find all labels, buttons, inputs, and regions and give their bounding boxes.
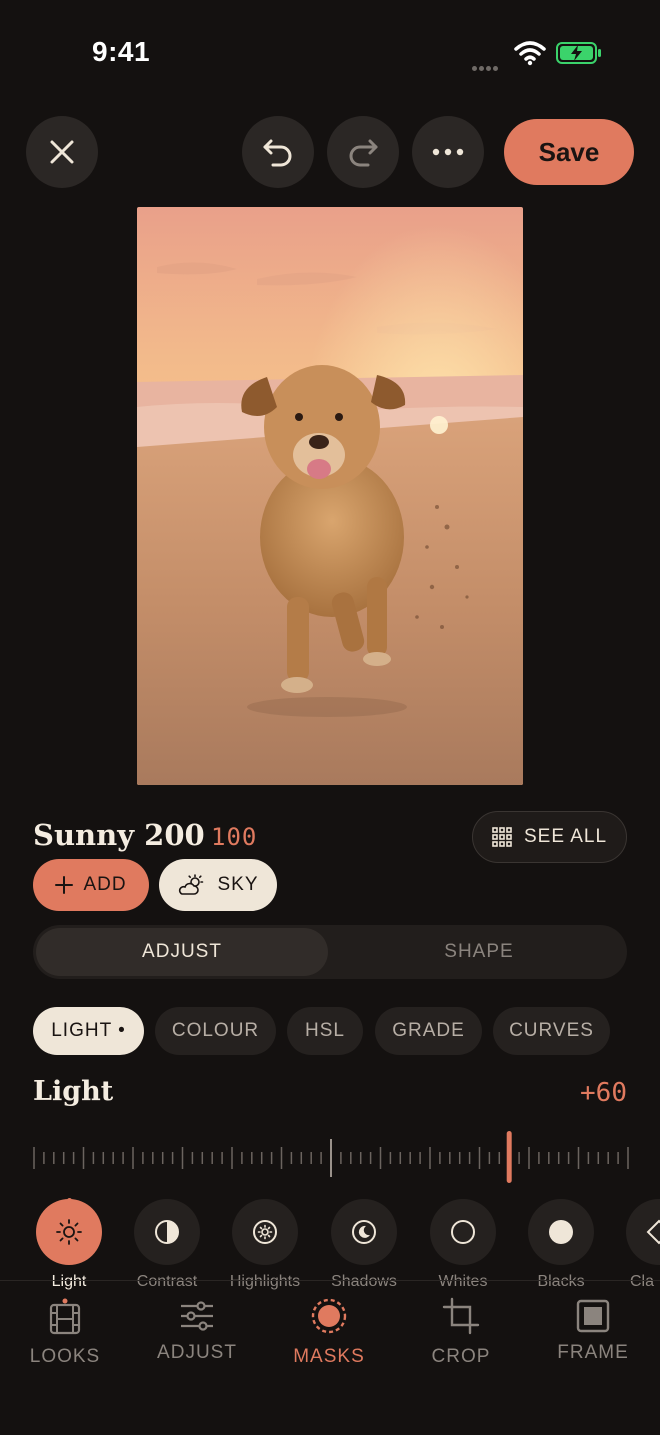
nav-label: ADJUST <box>157 1342 237 1363</box>
moon-icon <box>352 1220 376 1244</box>
photo-preview[interactable] <box>137 207 523 785</box>
signal-icon <box>472 58 506 71</box>
tool-label: Whites <box>438 1273 488 1290</box>
slider-handle[interactable] <box>506 1131 512 1183</box>
more-icon <box>432 148 464 156</box>
tool-shadows[interactable]: Shadows <box>319 1199 409 1291</box>
nav-looks[interactable]: LOOKS <box>10 1296 120 1368</box>
battery-charging-icon <box>556 42 601 64</box>
nav-masks[interactable]: MASKS <box>274 1296 384 1368</box>
tool-label: Contrast <box>136 1273 198 1290</box>
save-button[interactable]: Save <box>504 119 634 185</box>
plus-icon <box>55 876 74 894</box>
undo-icon <box>263 139 292 167</box>
sky-label: SKY <box>217 874 259 895</box>
close-icon <box>50 140 74 164</box>
tool-blacks[interactable]: Blacks <box>516 1199 606 1291</box>
slider-label: Light <box>33 1076 114 1107</box>
tool-whites[interactable]: Whites <box>418 1199 508 1291</box>
tool-label: Cla <box>630 1273 655 1290</box>
nav-label: LOOKS <box>29 1346 101 1367</box>
film-icon <box>49 1298 81 1335</box>
crop-icon <box>442 1297 480 1335</box>
segment-shape[interactable]: SHAPE <box>333 928 625 976</box>
preset-name: Sunny 200 <box>33 818 205 852</box>
redo-button[interactable] <box>327 116 399 188</box>
nav-crop[interactable]: CROP <box>406 1296 516 1368</box>
adjust-shape-segment: ADJUST SHAPE <box>33 925 627 979</box>
tool-label: Shadows <box>331 1273 397 1290</box>
see-all-label: SEE ALL <box>523 826 608 847</box>
contrast-icon <box>155 1220 179 1244</box>
chip-hsl[interactable]: HSL <box>287 1007 363 1055</box>
see-all-button[interactable]: SEE ALL <box>472 811 627 863</box>
chip-grade[interactable]: GRADE <box>375 1007 482 1055</box>
undo-button[interactable] <box>242 116 314 188</box>
slider-value: +60 <box>580 1078 627 1108</box>
photo-dog-on-beach <box>137 207 523 785</box>
tool-contrast[interactable]: Contrast <box>122 1199 212 1291</box>
chip-light[interactable]: LIGHT • <box>33 1007 144 1055</box>
nav-label: MASKS <box>293 1346 365 1367</box>
add-label: ADD <box>83 874 127 895</box>
nav-adjust[interactable]: ADJUST <box>142 1296 252 1364</box>
highlights-icon <box>253 1220 277 1244</box>
nav-label: CROP <box>431 1346 491 1367</box>
bottom-divider <box>0 1280 660 1281</box>
sun-icon <box>56 1219 82 1245</box>
tool-highlights[interactable]: Highlights <box>220 1199 310 1291</box>
nav-frame[interactable]: FRAME <box>538 1296 648 1364</box>
grid-icon <box>492 827 512 847</box>
whites-icon <box>451 1220 475 1244</box>
chip-colour[interactable]: COLOUR <box>155 1007 276 1055</box>
tool-label: Light <box>51 1273 87 1290</box>
tool-clarity[interactable]: Cla <box>614 1199 660 1291</box>
cloud-sun-icon <box>179 874 204 895</box>
clarity-icon <box>646 1219 660 1245</box>
light-slider[interactable] <box>33 1128 629 1188</box>
add-mask-button[interactable]: ADD <box>33 859 149 911</box>
tool-label: Highlights <box>229 1273 301 1290</box>
close-button[interactable] <box>26 116 98 188</box>
more-options-button[interactable] <box>412 116 484 188</box>
sliders-icon <box>181 1301 213 1331</box>
blacks-icon <box>549 1220 573 1244</box>
nav-label: FRAME <box>557 1342 629 1363</box>
segment-adjust[interactable]: ADJUST <box>36 928 328 976</box>
sky-mask-button[interactable]: SKY <box>159 859 277 911</box>
redo-icon <box>349 139 378 167</box>
tool-light[interactable]: Light <box>24 1198 114 1291</box>
mask-icon <box>311 1298 347 1334</box>
chip-curves[interactable]: CURVES <box>493 1007 610 1055</box>
tool-label: Blacks <box>537 1273 585 1290</box>
preset-strength[interactable]: 100 <box>211 823 257 851</box>
wifi-icon <box>514 41 546 66</box>
frame-icon <box>576 1299 610 1333</box>
status-time: 9:41 <box>92 36 151 67</box>
